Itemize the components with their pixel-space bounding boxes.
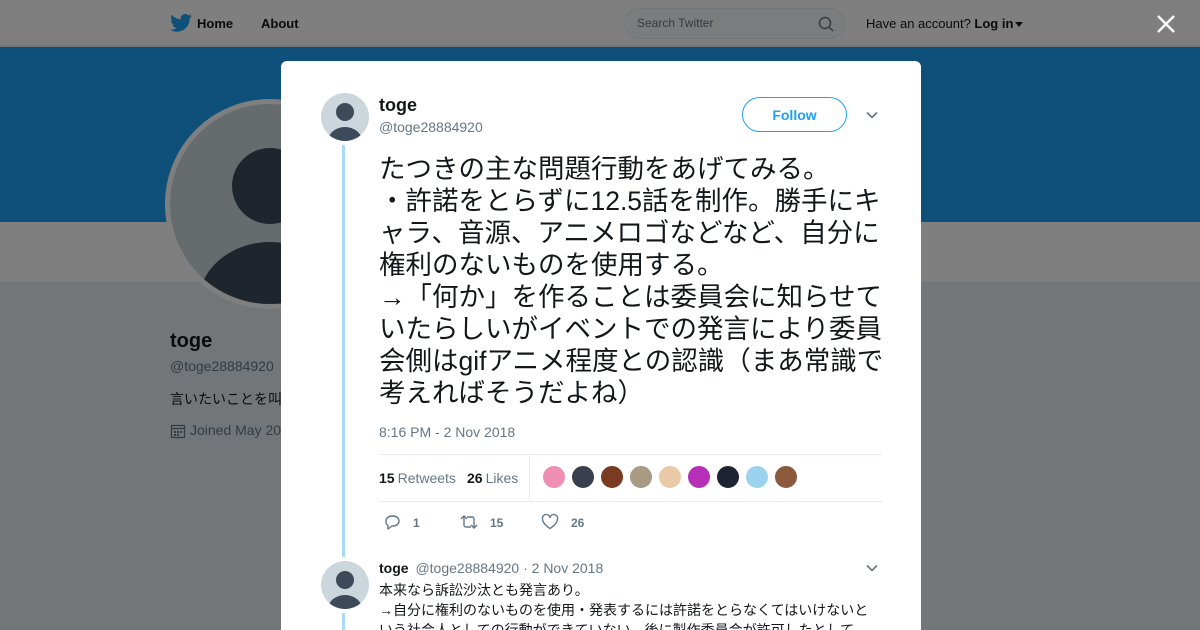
default-avatar-icon: [328, 571, 362, 609]
reply-header: toge @toge28884920 · 2 Nov 2018: [379, 560, 603, 576]
retweets-count: 15: [379, 470, 395, 486]
tweet-actions: 1 15 26: [379, 511, 779, 535]
tweet-timestamp[interactable]: 8:16 PM - 2 Nov 2018: [379, 424, 515, 440]
close-icon[interactable]: [1154, 12, 1178, 36]
likes-stat[interactable]: 26 Likes: [467, 470, 518, 486]
author-name[interactable]: toge: [379, 95, 417, 116]
liker-avatar-5[interactable]: [658, 465, 682, 489]
tweet-text: たつきの主な問題行動をあげてみる。 ・許諾をとらずに12.5話を制作。勝手にキャ…: [379, 154, 884, 408]
follow-button[interactable]: Follow: [742, 97, 847, 132]
default-avatar-icon: [328, 103, 362, 141]
liker-avatar-1[interactable]: [542, 465, 566, 489]
likes-label: Likes: [485, 470, 519, 486]
liker-avatar-3[interactable]: [600, 465, 624, 489]
retweets-label: Retweets: [397, 470, 456, 486]
stats-divider: [529, 455, 530, 501]
tweet-modal: toge @toge28884920 Follow たつきの主な問題行動をあげて…: [281, 61, 921, 630]
retweets-stat[interactable]: 15 Retweets: [379, 470, 456, 486]
author-handle[interactable]: @toge28884920: [379, 119, 483, 135]
liker-avatar-8[interactable]: [745, 465, 769, 489]
tweet-stats: 15 Retweets 26 Likes: [379, 454, 882, 502]
liker-avatar-4[interactable]: [629, 465, 653, 489]
heart-icon: [541, 513, 559, 530]
reply-date[interactable]: · 2 Nov 2018: [523, 560, 603, 576]
retweet-count: 15: [490, 516, 504, 530]
reply-text: 本来なら訴訟沙汰とも発言あり。 →自分に権利のないものを使用・発表するには許諾を…: [379, 582, 869, 630]
liker-avatar-6[interactable]: [687, 465, 711, 489]
reply-author-name[interactable]: toge: [379, 560, 409, 576]
retweet-icon: [460, 515, 478, 529]
likes-count: 26: [467, 470, 483, 486]
reply-author-avatar[interactable]: [321, 561, 369, 609]
chevron-down-icon[interactable]: [865, 108, 879, 122]
chevron-down-icon[interactable]: [865, 561, 879, 575]
author-avatar[interactable]: [321, 93, 369, 141]
reply-thread-line: [342, 613, 345, 630]
reply-icon: [385, 515, 400, 530]
like-count: 26: [571, 516, 585, 530]
reply-author-handle[interactable]: @toge28884920: [415, 560, 519, 576]
reply-count: 1: [413, 516, 420, 530]
liker-avatar-7[interactable]: [716, 465, 740, 489]
thread-line: [342, 145, 345, 557]
liker-avatar-9[interactable]: [774, 465, 798, 489]
liker-avatar-2[interactable]: [571, 465, 595, 489]
